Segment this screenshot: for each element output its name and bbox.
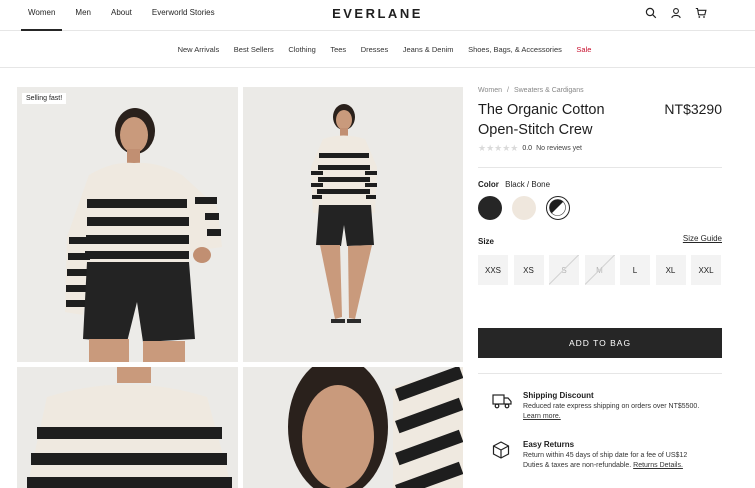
size-xxl[interactable]: XXL bbox=[691, 255, 721, 285]
easy-returns-description: Return within 45 days of ship date for a… bbox=[523, 451, 687, 471]
color-label: Color bbox=[478, 180, 499, 189]
product-title: The Organic Cotton Open-Stitch Crew bbox=[478, 102, 605, 138]
category-best-sellers[interactable]: Best Sellers bbox=[234, 45, 274, 54]
breadcrumb-separator: / bbox=[507, 87, 509, 94]
rating-score: 0.0 bbox=[522, 145, 533, 152]
category-shoes-bags-accessories[interactable]: Shoes, Bags, & Accessories bbox=[468, 45, 562, 54]
category-dresses[interactable]: Dresses bbox=[361, 45, 389, 54]
top-header: Women Men About Everworld Stories EVERLA… bbox=[0, 0, 755, 31]
size-xl[interactable]: XL bbox=[655, 255, 686, 285]
account-icon[interactable] bbox=[670, 7, 682, 19]
shipping-discount-description: Reduced rate express shipping on orders … bbox=[523, 402, 699, 422]
shipping-desc-text: Reduced rate express shipping on orders … bbox=[523, 403, 700, 410]
category-sale[interactable]: Sale bbox=[576, 45, 591, 54]
size-l[interactable]: L bbox=[620, 255, 650, 285]
breadcrumb-sweaters-cardigans[interactable]: Sweaters & Cardigans bbox=[514, 87, 584, 94]
product-price: NT$3290 bbox=[664, 101, 722, 117]
size-guide-link[interactable]: Size Guide bbox=[683, 234, 722, 243]
breadcrumb-women[interactable]: Women bbox=[478, 87, 502, 94]
header-icons bbox=[645, 7, 707, 19]
swatch-black[interactable] bbox=[478, 196, 502, 220]
selling-fast-badge: Selling fast! bbox=[22, 93, 67, 104]
easy-returns-title: Easy Returns bbox=[523, 440, 575, 449]
color-selector-label: Color Black / Bone bbox=[478, 180, 550, 189]
color-value: Black / Bone bbox=[505, 180, 551, 189]
cart-icon[interactable] bbox=[695, 7, 707, 19]
divider bbox=[478, 167, 722, 168]
learn-more-link[interactable]: Learn more. bbox=[523, 413, 561, 420]
size-xs[interactable]: XS bbox=[513, 255, 544, 285]
category-tees[interactable]: Tees bbox=[330, 45, 346, 54]
divider bbox=[478, 373, 722, 374]
product-image-4[interactable] bbox=[243, 367, 463, 488]
rating-summary[interactable]: ★★★★★ 0.0 No reviews yet bbox=[478, 143, 582, 154]
size-s-unavailable[interactable]: S bbox=[549, 255, 579, 285]
category-clothing[interactable]: Clothing bbox=[288, 45, 316, 54]
category-nav: New Arrivals Best Sellers Clothing Tees … bbox=[0, 31, 755, 68]
returns-details-link[interactable]: Returns Details. bbox=[633, 462, 683, 469]
product-image-1[interactable] bbox=[17, 87, 238, 362]
returns-desc-line1: Return within 45 days of ship date for a… bbox=[523, 452, 688, 459]
shipping-discount-title: Shipping Discount bbox=[523, 391, 594, 400]
swatch-bone[interactable] bbox=[512, 196, 536, 220]
size-options: XXS XS S M L XL XXL bbox=[478, 255, 721, 285]
breadcrumb: Women / Sweaters & Cardigans bbox=[478, 87, 584, 94]
product-image-2[interactable] bbox=[243, 87, 463, 362]
package-icon bbox=[492, 441, 510, 464]
category-new-arrivals[interactable]: New Arrivals bbox=[178, 45, 220, 54]
size-xxs[interactable]: XXS bbox=[478, 255, 508, 285]
search-icon[interactable] bbox=[645, 7, 657, 19]
add-to-bag-button[interactable]: ADD TO BAG bbox=[478, 328, 722, 358]
size-m-unavailable[interactable]: M bbox=[584, 255, 615, 285]
star-rating-icon: ★★★★★ bbox=[478, 143, 519, 153]
truck-icon bbox=[492, 393, 512, 414]
color-swatches bbox=[478, 196, 570, 220]
product-image-3[interactable] bbox=[17, 367, 238, 488]
category-jeans-denim[interactable]: Jeans & Denim bbox=[403, 45, 454, 54]
returns-desc-line2: Duties & taxes are non-refundable. bbox=[523, 462, 632, 469]
size-label: Size bbox=[478, 237, 495, 246]
reviews-count: No reviews yet bbox=[536, 145, 582, 152]
swatch-black-bone-selected[interactable] bbox=[546, 196, 570, 220]
brand-logo[interactable]: EVERLANE bbox=[0, 6, 755, 21]
